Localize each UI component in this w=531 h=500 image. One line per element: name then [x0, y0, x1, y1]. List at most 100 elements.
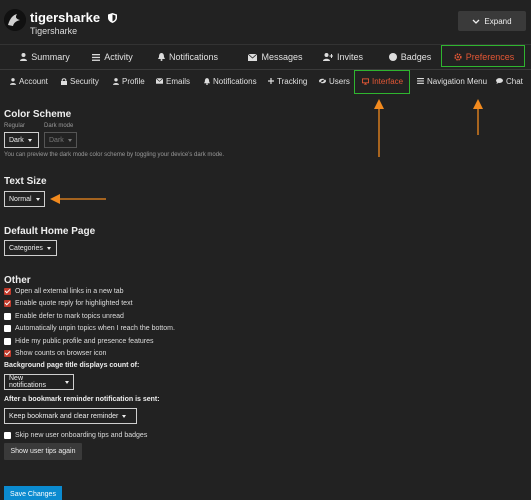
tab-badges[interactable]: Badges: [375, 45, 445, 69]
select-value: Dark: [9, 136, 24, 144]
subtab-notifications[interactable]: Notifications: [204, 72, 257, 90]
tab-label: Activity: [104, 52, 133, 62]
caret-down-icon: [27, 138, 32, 142]
subtab-label: Chat: [506, 76, 523, 86]
subtab-label: Profile: [122, 76, 145, 86]
checkbox[interactable]: [4, 337, 11, 345]
user-icon: [20, 53, 28, 61]
subtab-label: Notifications: [213, 76, 257, 86]
option-quote-reply[interactable]: Enable quote reply for highlighted text: [4, 298, 133, 308]
comment-icon: [496, 78, 503, 84]
dark-mode-label: Dark mode: [44, 123, 74, 129]
select-value: Dark: [49, 136, 64, 144]
subtab-navigation-menu[interactable]: Navigation Menu: [417, 72, 487, 90]
tab-invites[interactable]: Invites: [308, 45, 378, 69]
caret-down-icon: [35, 197, 40, 201]
option-label: Show counts on browser icon: [15, 349, 107, 357]
subtab-label: Users: [329, 76, 350, 86]
option-hide-profile[interactable]: Hide my public profile and presence feat…: [4, 336, 154, 346]
option-show-counts[interactable]: Show counts on browser icon: [4, 348, 106, 358]
subtab-label: Tracking: [277, 76, 308, 86]
bell-icon: [157, 53, 165, 61]
subtab-label: Security: [70, 76, 99, 86]
subtab-tracking[interactable]: Tracking: [268, 72, 307, 90]
plus-icon: [268, 78, 274, 84]
subtab-security[interactable]: Security: [61, 72, 99, 90]
divider: [0, 69, 531, 70]
regular-label: Regular: [4, 123, 26, 129]
regular-scheme-select[interactable]: Dark: [4, 132, 39, 148]
caret-down-icon: [46, 246, 51, 250]
option-label: Automatically unpin topics when I reach …: [15, 324, 175, 332]
checkbox[interactable]: [4, 299, 11, 307]
tab-messages[interactable]: Messages: [238, 45, 313, 69]
tab-label: Notifications: [168, 52, 219, 62]
tab-label: Messages: [261, 52, 303, 62]
option-label: Open all external links in a new tab: [15, 287, 124, 295]
username-text: tigersharke: [30, 10, 101, 25]
default-home-select[interactable]: Categories: [4, 240, 57, 256]
subtab-chat[interactable]: Chat: [496, 72, 523, 90]
subtab-users[interactable]: Users: [319, 72, 350, 90]
bg-title-label: Background page title displays count of:: [4, 362, 140, 369]
user-icon: [113, 77, 119, 85]
option-defer-unread[interactable]: Enable defer to mark topics unread: [4, 311, 124, 321]
full-name: Tigersharke: [30, 26, 78, 36]
tab-notifications[interactable]: Notifications: [148, 45, 228, 69]
annotation-arrow-left: [50, 194, 106, 204]
default-home-title: Default Home Page: [4, 226, 96, 237]
subtab-label: Navigation Menu: [427, 76, 488, 86]
shield-icon: [107, 11, 117, 26]
bookmark-label: After a bookmark reminder notification i…: [4, 396, 160, 403]
subtab-account[interactable]: Account: [10, 72, 48, 90]
text-size-title: Text Size: [4, 176, 47, 187]
annotation-arrow-up: [473, 99, 483, 135]
annotation-arrow-up: [374, 99, 384, 157]
bg-title-select[interactable]: New notifications: [4, 374, 74, 390]
caret-down-icon: [67, 138, 72, 142]
color-scheme-title: Color Scheme: [4, 109, 72, 120]
option-label: Enable quote reply for highlighted text: [15, 299, 133, 307]
envelope-icon: [156, 78, 163, 84]
username: tigersharke: [30, 10, 117, 26]
user-icon: [10, 77, 16, 85]
select-value: Normal: [9, 195, 32, 203]
option-auto-unpin[interactable]: Automatically unpin topics when I reach …: [4, 323, 175, 333]
lock-icon: [61, 77, 67, 85]
checkbox[interactable]: [4, 349, 11, 357]
dark-mode-scheme-select: Dark: [44, 132, 77, 148]
select-value: New notifications: [9, 375, 46, 389]
bell-icon: [204, 77, 210, 85]
subtab-emails[interactable]: Emails: [156, 72, 190, 90]
checkbox[interactable]: [4, 324, 11, 332]
avatar[interactable]: [4, 9, 26, 31]
subtab-label: Account: [19, 76, 48, 86]
option-label: Hide my public profile and presence feat…: [15, 337, 154, 345]
text-size-select[interactable]: Normal: [4, 191, 45, 207]
tab-label: Summary: [31, 52, 70, 62]
show-user-tips-button[interactable]: Show user tips again: [4, 443, 82, 460]
subtab-label: Emails: [166, 76, 191, 86]
checkbox[interactable]: [4, 312, 11, 320]
option-open-links-new-tab[interactable]: Open all external links in a new tab: [4, 286, 124, 296]
tab-label: Invites: [336, 52, 363, 62]
save-changes-button[interactable]: Save Changes: [4, 486, 62, 500]
caret-down-icon: [65, 380, 69, 384]
envelope-icon: [248, 53, 258, 61]
bookmark-select[interactable]: Keep bookmark and clear reminder: [4, 408, 137, 424]
eye-slash-icon: [319, 78, 326, 84]
expand-button[interactable]: Expand: [458, 11, 526, 31]
checkbox[interactable]: [4, 287, 11, 295]
caret-down-icon: [122, 414, 127, 418]
option-skip-tips[interactable]: Skip new user onboarding tips and badges: [4, 430, 147, 440]
tab-activity[interactable]: Activity: [75, 45, 150, 69]
color-scheme-hint: You can preview the dark mode color sche…: [4, 152, 225, 158]
bars-icon: [417, 78, 424, 84]
list-icon: [92, 53, 101, 61]
other-title: Other: [4, 275, 31, 286]
checkbox[interactable]: [4, 431, 11, 439]
tab-label: Badges: [400, 52, 432, 62]
subtab-profile[interactable]: Profile: [113, 72, 145, 90]
highlight-box-preferences: [441, 45, 525, 67]
highlight-box-interface: [354, 70, 410, 94]
